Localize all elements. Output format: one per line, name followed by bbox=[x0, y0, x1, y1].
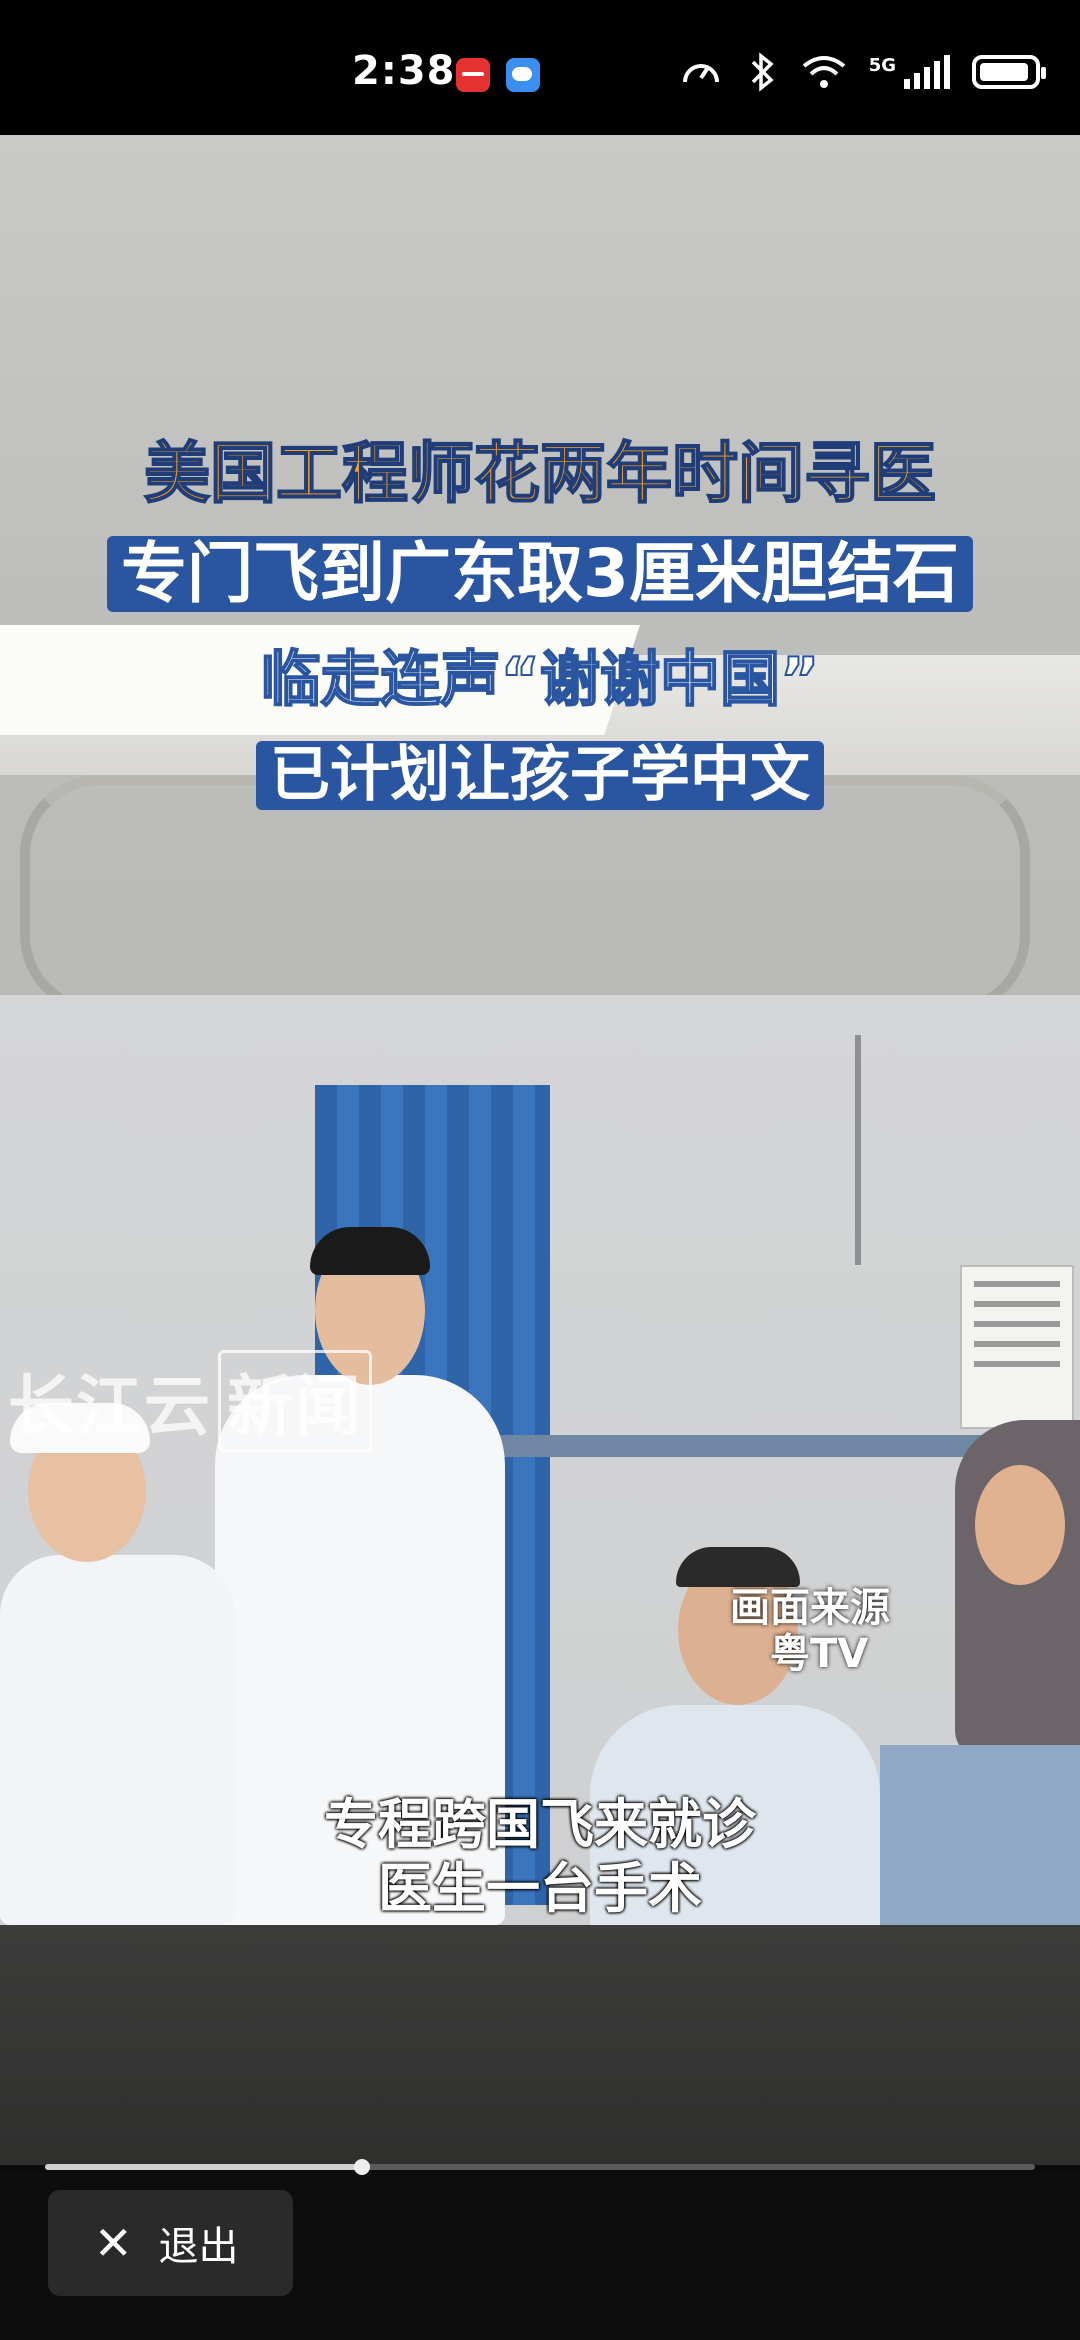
watermark: 长江云 新闻 bbox=[8, 1350, 372, 1452]
iv-pole bbox=[855, 1035, 861, 1265]
subtitle-line-1: 专程跨国飞来就诊 bbox=[324, 1793, 756, 1856]
video-subtitle: 专程跨国飞来就诊 医生一台手术 bbox=[0, 1793, 1080, 1920]
curtain-rail bbox=[20, 775, 1030, 1015]
doctor-hair bbox=[310, 1227, 430, 1275]
signal-icon: 5G bbox=[869, 55, 950, 89]
headline-text-2: 专门飞到广东取3厘米胆结石 bbox=[107, 536, 973, 612]
exit-label: 退出 bbox=[158, 2224, 239, 2270]
status-time: 2:38 bbox=[352, 48, 456, 94]
progress-knob[interactable] bbox=[353, 2159, 370, 2175]
app-notification-icon bbox=[456, 58, 490, 92]
video-player[interactable]: 美国工程师花两年时间寻医 专门飞到广东取3厘米胆结石 临走连声“谢谢中国” 已计… bbox=[0, 135, 1080, 2165]
headline-line-2: 专门飞到广东取3厘米胆结石 bbox=[0, 535, 1080, 612]
headline-line-4: 已计划让孩子学中文 bbox=[0, 740, 1080, 810]
status-bar: 2:38 5G bbox=[0, 0, 1080, 135]
close-icon: ✕ bbox=[94, 2216, 133, 2270]
bluetooth-icon bbox=[751, 52, 774, 92]
patient-hair bbox=[676, 1547, 800, 1587]
video-progress-bar[interactable] bbox=[45, 2159, 1035, 2175]
headline-text-3: 临走连声“谢谢中国” bbox=[260, 645, 821, 716]
network-type-label: 5G bbox=[868, 55, 896, 76]
battery-icon bbox=[972, 55, 1046, 89]
woman-face bbox=[975, 1465, 1065, 1585]
headline-text-1: 美国工程师花两年时间寻医 bbox=[143, 435, 937, 513]
weather-icon bbox=[506, 58, 540, 92]
footage-source: 画面来源 粤TV bbox=[730, 1585, 890, 1677]
headline-line-1: 美国工程师花两年时间寻医 bbox=[0, 435, 1080, 513]
progress-played bbox=[45, 2164, 362, 2170]
headline-text-4: 已计划让孩子学中文 bbox=[256, 741, 824, 810]
wifi-icon bbox=[802, 56, 845, 88]
status-icons: 5G bbox=[679, 52, 1046, 92]
source-line-1: 画面来源 bbox=[730, 1585, 890, 1631]
exit-button[interactable]: ✕ 退出 bbox=[48, 2190, 293, 2296]
source-line-2: 粤TV bbox=[770, 1631, 869, 1677]
watermark-part-2: 新闻 bbox=[218, 1350, 372, 1452]
wall-poster bbox=[960, 1265, 1074, 1429]
subtitle-line-2: 医生一台手术 bbox=[378, 1856, 702, 1920]
watermark-part-1: 长江云 bbox=[8, 1368, 212, 1445]
headline-line-3: 临走连声“谢谢中国” bbox=[0, 645, 1080, 716]
data-speed-icon bbox=[682, 64, 719, 83]
